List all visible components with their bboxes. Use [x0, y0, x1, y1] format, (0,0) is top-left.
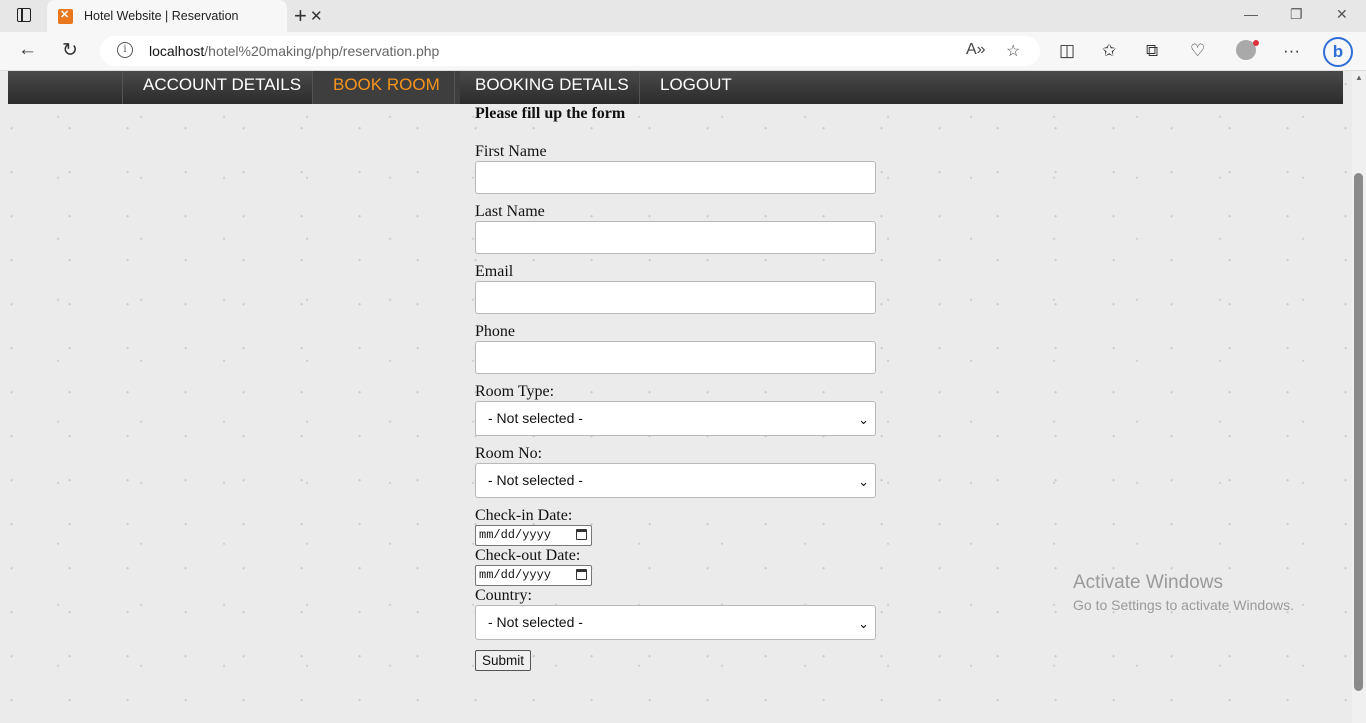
checkin-date-input[interactable]: mm/dd/yyyy [475, 525, 592, 546]
close-window-icon[interactable]: ✕ [1336, 6, 1348, 23]
room-type-select[interactable]: - Not selected - ⌄ [475, 401, 876, 436]
checkin-placeholder: mm/dd/yyyy [479, 528, 552, 542]
favorites-icon[interactable]: ✩ [1102, 41, 1116, 61]
submit-button[interactable]: Submit [475, 650, 532, 671]
scroll-up-icon[interactable]: ▲ [1355, 73, 1363, 82]
country-value: - Not selected - [488, 614, 583, 630]
watermark-title: Activate Windows [1073, 572, 1223, 593]
email-label: Email [475, 263, 514, 280]
bing-copilot-icon[interactable]: b [1323, 37, 1353, 67]
new-tab-icon[interactable]: + [294, 3, 307, 29]
page-scrollbar[interactable]: ▲ [1352, 71, 1366, 723]
notification-dot [1253, 40, 1259, 46]
chevron-down-icon: ⌄ [858, 412, 869, 427]
first-name-label: First Name [475, 143, 547, 160]
restore-icon[interactable]: ❐ [1290, 6, 1303, 23]
calendar-icon[interactable] [576, 569, 587, 580]
page-viewport: ACCOUNT DETAILS BOOK ROOM BOOKING DETAIL… [0, 71, 1352, 723]
reservation-form: Please fill up the form First Name Last … [475, 103, 895, 671]
room-no-select[interactable]: - Not selected - ⌄ [475, 463, 876, 498]
checkin-label: Check-in Date: [475, 507, 573, 524]
chevron-down-icon: ⌄ [858, 474, 869, 489]
xampp-favicon-icon [58, 8, 73, 24]
site-nav: ACCOUNT DETAILS BOOK ROOM BOOKING DETAIL… [8, 71, 1343, 104]
phone-label: Phone [475, 323, 515, 340]
nav-book-room[interactable]: BOOK ROOM [312, 71, 460, 104]
checkout-placeholder: mm/dd/yyyy [479, 568, 552, 582]
collections-icon[interactable]: ⧉ [1146, 41, 1158, 61]
room-type-label: Room Type: [475, 383, 555, 400]
room-no-value: - Not selected - [488, 472, 583, 488]
chevron-down-icon: ⌄ [858, 616, 869, 631]
nav-account-details[interactable]: ACCOUNT DETAILS [122, 71, 321, 104]
form-heading: Please fill up the form [475, 105, 626, 122]
more-menu-icon[interactable]: ··· [1283, 41, 1300, 61]
scrollbar-thumb[interactable] [1354, 173, 1363, 691]
room-type-value: - Not selected - [488, 410, 583, 426]
address-toolbar: ← ↻ i localhost/hotel%20making/php/reser… [0, 32, 1366, 71]
last-name-label: Last Name [475, 203, 545, 220]
watermark-subtitle: Go to Settings to activate Windows. [1073, 597, 1294, 613]
nav-booking-details[interactable]: BOOKING DETAILS [454, 71, 649, 104]
tab-actions-icon[interactable] [10, 6, 38, 26]
room-no-label: Room No: [475, 445, 543, 462]
address-bar[interactable]: i localhost/hotel%20making/php/reservati… [100, 36, 1040, 66]
last-name-input[interactable] [475, 221, 876, 254]
minimize-icon[interactable]: — [1244, 6, 1258, 22]
checkout-date-input[interactable]: mm/dd/yyyy [475, 565, 592, 586]
first-name-input[interactable] [475, 161, 876, 194]
activate-windows-watermark: Activate Windows Go to Settings to activ… [1073, 572, 1294, 613]
browser-essentials-icon[interactable]: ♡ [1190, 41, 1205, 61]
browser-tab-bar: Hotel Website | Reservation ✕ + — ❐ ✕ [0, 0, 1366, 32]
url-text[interactable]: localhost/hotel%20making/php/reservation… [149, 43, 439, 59]
read-aloud-icon[interactable]: A» [966, 41, 986, 59]
email-input[interactable] [475, 281, 876, 314]
back-icon[interactable]: ← [18, 39, 37, 61]
tab-title: Hotel Website | Reservation [84, 9, 239, 23]
favorite-star-icon[interactable]: ☆ [1006, 41, 1020, 61]
browser-tab[interactable]: Hotel Website | Reservation ✕ [47, 0, 323, 32]
split-screen-icon[interactable]: ◫ [1059, 41, 1075, 61]
calendar-icon[interactable] [576, 529, 587, 540]
site-info-icon[interactable]: i [117, 42, 133, 58]
country-label: Country: [475, 587, 532, 604]
checkout-label: Check-out Date: [475, 547, 581, 564]
country-select[interactable]: - Not selected - ⌄ [475, 605, 876, 640]
phone-input[interactable] [475, 341, 876, 374]
refresh-icon[interactable]: ↻ [62, 39, 78, 62]
close-tab-icon[interactable]: ✕ [310, 7, 323, 25]
nav-logout[interactable]: LOGOUT [639, 71, 752, 104]
